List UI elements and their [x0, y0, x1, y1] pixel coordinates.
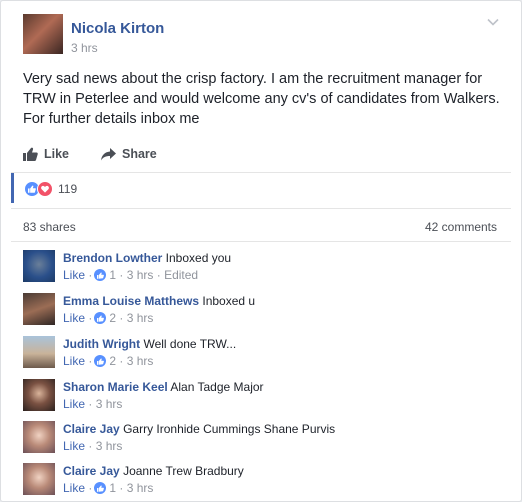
comment-time[interactable]: 3 hrs: [127, 311, 154, 325]
comment-like-link[interactable]: Like: [63, 311, 85, 325]
divider: [11, 172, 511, 173]
like-reaction-icon: [94, 482, 107, 494]
comment-like-count[interactable]: 2: [109, 354, 116, 368]
comment-like-count[interactable]: 1: [109, 481, 116, 495]
commenter-avatar[interactable]: [23, 379, 55, 411]
comment-meta: Like · 1 · 3 hrs: [63, 481, 154, 495]
like-reaction-icon: [94, 269, 107, 281]
comment-time[interactable]: 3 hrs: [96, 397, 123, 411]
commenter-name[interactable]: Claire Jay: [63, 422, 120, 436]
reactions-count: 119: [58, 182, 78, 196]
commenter-name[interactable]: Claire Jay: [63, 464, 120, 478]
like-reaction-icon: [94, 312, 107, 324]
post-time[interactable]: 3 hrs: [71, 41, 98, 55]
divider: [11, 208, 511, 209]
comment-like-link[interactable]: Like: [63, 354, 85, 368]
comment-edited[interactable]: Edited: [164, 268, 198, 282]
comment-text: Alan Tadge Major: [170, 380, 264, 394]
commenter-avatar[interactable]: [23, 336, 55, 368]
comment-text: Garry Ironhide Cummings Shane Purvis: [123, 422, 336, 436]
commenter-name[interactable]: Emma Louise Matthews: [63, 294, 199, 308]
comment-like-link[interactable]: Like: [63, 439, 85, 453]
comment-text: Joanne Trew Bradbury: [123, 464, 244, 478]
commenter-name[interactable]: Brendon Lowther: [63, 251, 162, 265]
facebook-post: Nicola Kirton 3 hrs Very sad news about …: [0, 0, 522, 502]
comment-meta: Like · 1 · 3 hrs · Edited: [63, 268, 199, 282]
comment-text: Inboxed you: [165, 251, 232, 265]
author-name[interactable]: Nicola Kirton: [71, 20, 164, 37]
comment-like-count[interactable]: 2: [109, 311, 116, 325]
comments-count[interactable]: 42 comments: [425, 220, 497, 234]
comment-meta: Like · 3 hrs: [63, 397, 123, 411]
divider: [11, 241, 511, 242]
shares-count[interactable]: 83 shares: [23, 220, 76, 234]
commenter-avatar[interactable]: [23, 421, 55, 453]
comment-meta: Like · 2 · 3 hrs: [63, 354, 154, 368]
comment-like-link[interactable]: Like: [63, 397, 85, 411]
commenter-avatar[interactable]: [23, 250, 55, 282]
share-label: Share: [122, 147, 157, 161]
comment-text: Inboxed u: [202, 294, 256, 308]
commenter-name[interactable]: Judith Wright: [63, 337, 140, 351]
comment-meta: Like · 2 · 3 hrs: [63, 311, 154, 325]
chevron-down-icon[interactable]: [486, 15, 500, 29]
comment-like-link[interactable]: Like: [63, 268, 85, 282]
comment-meta: Like · 3 hrs: [63, 439, 123, 453]
comment-time[interactable]: 3 hrs: [96, 439, 123, 453]
share-arrow-icon: [101, 147, 116, 160]
comment-time[interactable]: 3 hrs: [127, 481, 154, 495]
comment-time[interactable]: 3 hrs: [127, 354, 154, 368]
post-text: Very sad news about the crisp factory. I…: [23, 71, 500, 127]
love-reaction-icon: [37, 181, 53, 197]
commenter-name[interactable]: Sharon Marie Keel: [63, 380, 168, 394]
comment-like-link[interactable]: Like: [63, 481, 85, 495]
comment-like-count[interactable]: 1: [109, 268, 116, 282]
reaction-highlight-bar: [11, 173, 14, 203]
comment-time[interactable]: 3 hrs: [127, 268, 154, 282]
author-avatar[interactable]: [23, 14, 63, 54]
like-reaction-icon: [94, 355, 107, 367]
commenter-avatar[interactable]: [23, 293, 55, 325]
like-button[interactable]: Like: [23, 145, 69, 163]
commenter-avatar[interactable]: [23, 463, 55, 495]
share-button[interactable]: Share: [101, 145, 157, 163]
like-label: Like: [44, 147, 70, 161]
thumbs-up-icon: [23, 147, 38, 161]
comment-text: Well done TRW...: [143, 337, 237, 351]
reactions-summary[interactable]: 119: [24, 181, 77, 197]
